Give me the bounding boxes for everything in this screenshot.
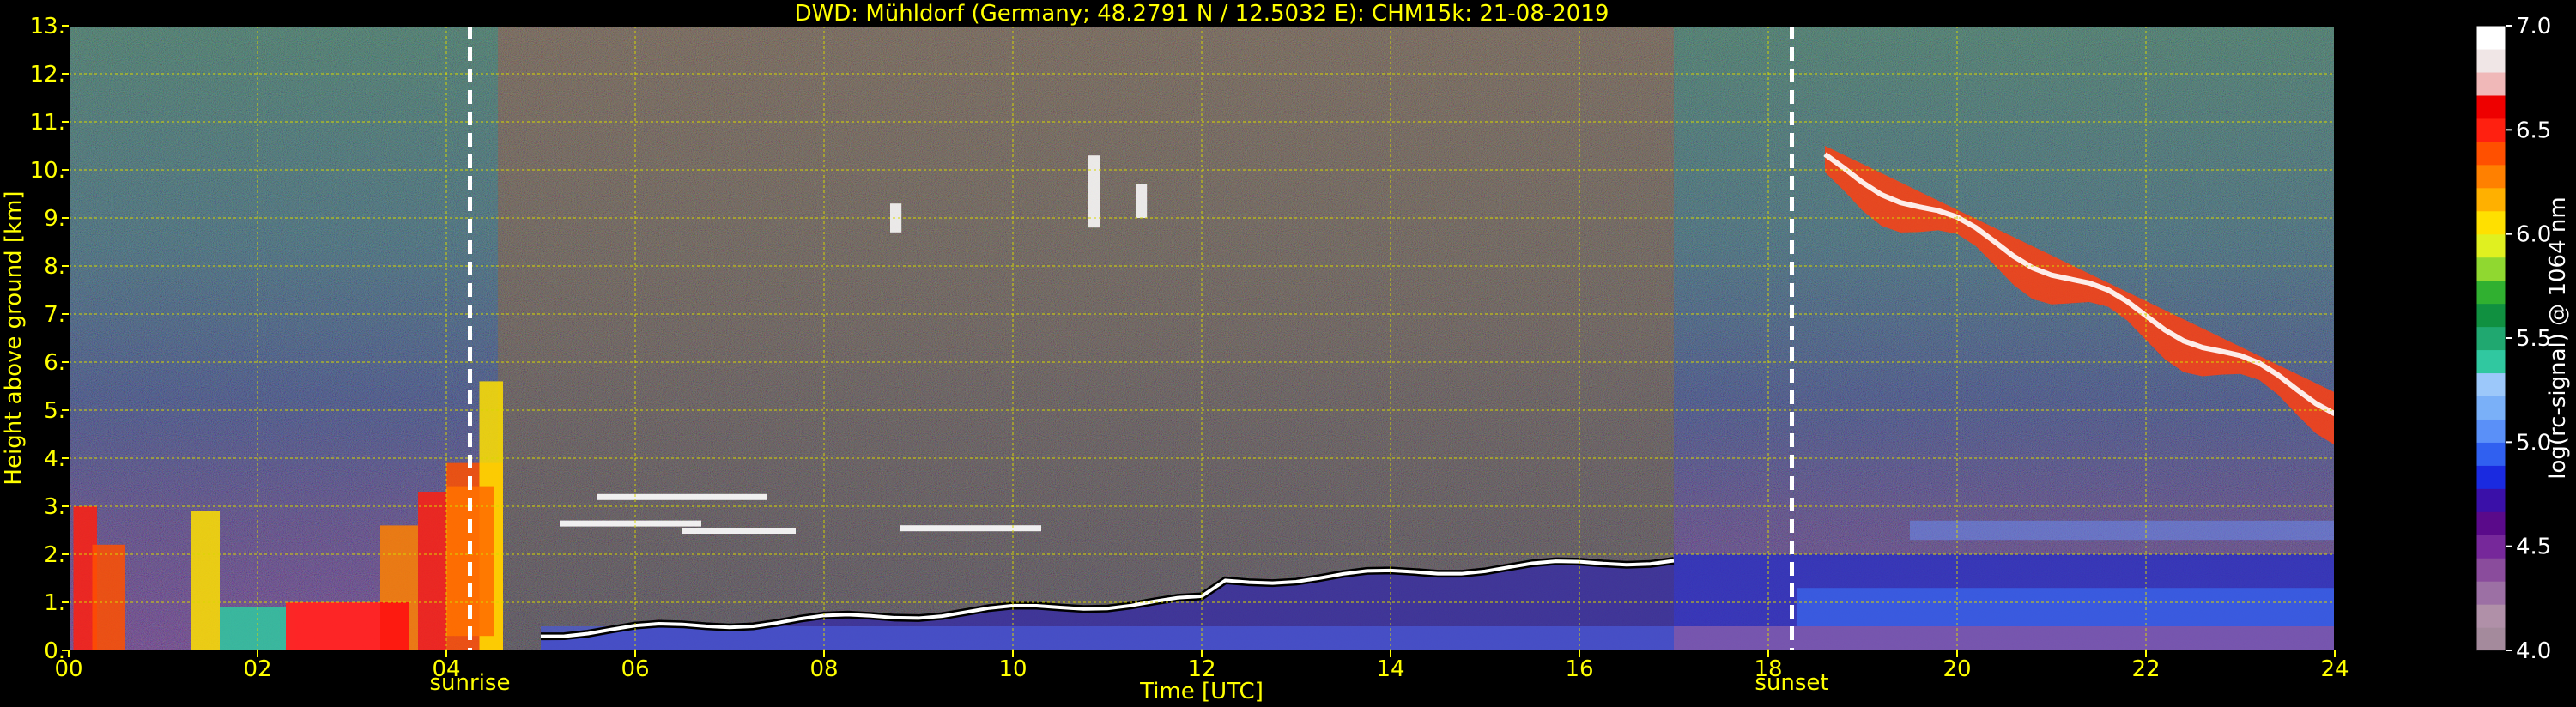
x-tick-label: 18 xyxy=(1754,656,1782,682)
colorbar-tick-label: 7.0 xyxy=(2516,14,2551,39)
colorbar-segment xyxy=(2476,280,2506,305)
y-tick-label: 12. xyxy=(30,62,65,88)
lidar-figure: sunrise sunset 00 02 04 06 08 10 12 14 16 18 20 22 24… xyxy=(1,1,2571,704)
colorbar-tick-label: 4.5 xyxy=(2516,535,2551,560)
colorbar-tick-label: 4.0 xyxy=(2516,638,2551,664)
x-tick-label: 20 xyxy=(1943,656,1971,682)
colorbar-segment xyxy=(2476,187,2506,212)
y-axis-label: Height above ground [km] xyxy=(1,190,27,485)
colorbar-segment xyxy=(2476,604,2506,628)
colorbar-segment xyxy=(2476,210,2506,235)
low-cloud-column xyxy=(191,511,220,650)
colorbar-segment xyxy=(2476,303,2506,328)
colorbar-segment xyxy=(2476,372,2506,397)
night-layer-core xyxy=(1797,588,2335,626)
aerosol-layer-streak xyxy=(560,520,701,527)
colorbar-segment xyxy=(2476,627,2506,651)
y-tick-label: 2. xyxy=(44,542,65,568)
colorbar-segment xyxy=(2476,257,2506,281)
x-tick-label: 16 xyxy=(1565,656,1593,682)
night-surface-layer xyxy=(1674,626,2335,650)
colorbar-segment xyxy=(2476,48,2506,73)
x-tick-label: 14 xyxy=(1376,656,1404,682)
x-tick-label: 24 xyxy=(2320,656,2349,682)
colorbar: 4.04.55.05.56.06.57.0 xyxy=(2476,14,2551,664)
x-tick-label: 08 xyxy=(809,656,838,682)
y-tick-label: 0. xyxy=(44,638,65,664)
aerosol-layer-streak xyxy=(682,528,796,534)
y-tick-label: 11. xyxy=(30,110,65,136)
low-cloud-column xyxy=(418,492,446,650)
colorbar-segment xyxy=(2476,141,2506,166)
x-tick-label: 04 xyxy=(432,656,460,682)
colorbar-segment xyxy=(2476,118,2506,142)
colorbar-tick-label: 6.5 xyxy=(2516,118,2551,143)
y-tick-label: 6. xyxy=(44,350,65,376)
aerosol-layer-streak xyxy=(900,525,1041,532)
x-tick-label: 10 xyxy=(998,656,1027,682)
low-cloud-column xyxy=(92,544,125,650)
residual-layer xyxy=(1910,520,2335,541)
colorbar-segment xyxy=(2476,94,2506,119)
x-axis-label: Time [UTC] xyxy=(1139,679,1264,704)
y-tick-label: 3. xyxy=(44,494,65,520)
aerosol-layer-streak xyxy=(597,493,767,500)
x-tick-label: 02 xyxy=(243,656,271,682)
chart-title: DWD: Mühldorf (Germany; 48.2791 N / 12.5… xyxy=(795,1,1609,27)
colorbar-segment xyxy=(2476,558,2506,582)
y-tick-label: 1. xyxy=(44,590,65,616)
colorbar-label: log(rc-signal) @ 1064 nm xyxy=(2545,196,2571,479)
y-tick-label: 7. xyxy=(44,302,65,328)
colorbar-segment xyxy=(2476,488,2506,512)
colorbar-segment xyxy=(2476,26,2506,50)
y-tick-label: 13. xyxy=(30,14,65,39)
x-tick-label: 22 xyxy=(2131,656,2160,682)
colorbar-segment xyxy=(2476,511,2506,535)
colorbar-segment xyxy=(2476,71,2506,96)
colorbar-segment xyxy=(2476,442,2506,466)
cirrus-fragment xyxy=(1136,184,1148,218)
y-tick-label: 5. xyxy=(44,398,65,424)
colorbar-segment xyxy=(2476,465,2506,489)
x-axis-ticks: 00 02 04 06 08 10 12 14 16 18 20 22 24 xyxy=(54,650,2349,682)
colorbar-segment xyxy=(2476,326,2506,351)
cirrus-fragment xyxy=(1088,155,1100,228)
colorbar-segment xyxy=(2476,233,2506,258)
colorbar-segment xyxy=(2476,396,2506,420)
colorbar-segment xyxy=(2476,535,2506,559)
colorbar-segment xyxy=(2476,419,2506,443)
colorbar-segment xyxy=(2476,349,2506,374)
y-tick-label: 9. xyxy=(44,206,65,232)
x-tick-label: 06 xyxy=(621,656,649,682)
y-tick-label: 4. xyxy=(44,446,65,472)
y-axis-ticks: 0. 1. 2. 3. 4. 5. 6. 7. 8. 9. 10. 11. 12. 13. xyxy=(30,14,69,664)
colorbar-segment xyxy=(2476,581,2506,605)
y-tick-label: 8. xyxy=(44,254,65,280)
y-tick-label: 10. xyxy=(30,158,65,184)
precipitation-core xyxy=(286,602,409,650)
colorbar-segment xyxy=(2476,164,2506,189)
